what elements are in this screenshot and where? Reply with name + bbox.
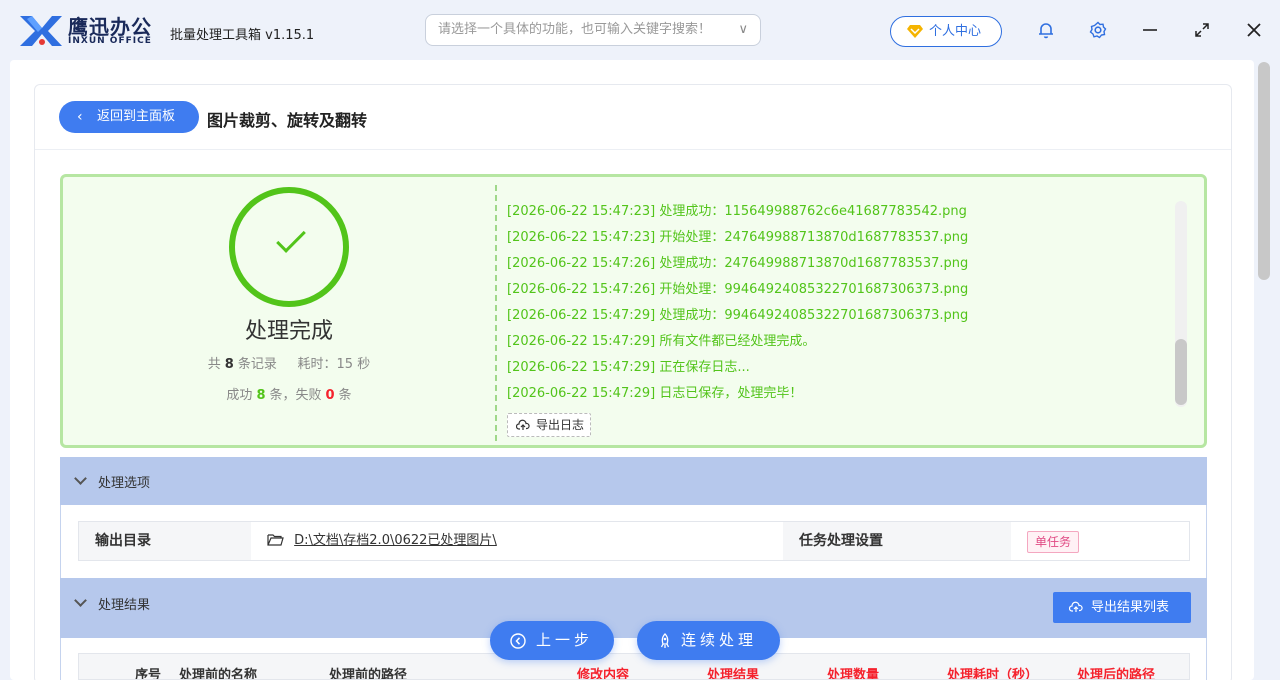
column-header[interactable]: 序号 <box>135 664 161 679</box>
column-header[interactable]: 修改内容 <box>577 664 629 679</box>
status-title: 处理完成 <box>244 319 333 344</box>
cloud-upload-icon <box>1069 601 1083 612</box>
results-title: 处理结果 <box>98 598 151 613</box>
column-header[interactable]: 处理前的名称 <box>179 664 257 679</box>
log-line: [2026-06-22 15:47:23] 处理成功：115649988762c… <box>507 204 967 219</box>
divider <box>495 185 497 441</box>
options-title: 处理选项 <box>98 476 151 491</box>
log-line: [2026-06-22 15:47:23] 开始处理：2476499887138… <box>507 230 969 245</box>
user-center-label: 个人中心 <box>929 24 982 39</box>
arrow-left-circle-icon <box>510 633 526 649</box>
divider <box>35 149 1231 150</box>
export-results-button[interactable]: 导出结果列表 <box>1053 592 1191 623</box>
log-line: [2026-06-22 15:47:29] 日志已保存，处理完毕！ <box>507 386 803 401</box>
page-title: 图片裁剪、旋转及翻转 <box>207 111 368 130</box>
title-bar: 鹰迅办公 INXUN OFFICE 批量处理工具箱 v1.15.1 请选择一个具… <box>0 0 1280 60</box>
export-results-label: 导出结果列表 <box>1091 600 1170 615</box>
export-log-label: 导出日志 <box>536 418 585 432</box>
results-table: 序号 处理前的名称 处理前的路径 修改内容 处理结果 处理数量 处理耗时（秒） … <box>60 638 1207 680</box>
options-panel: 输出目录 D:\文档\存档2.0\0622已处理图片\ 任务处理设置 单任务 <box>60 505 1207 578</box>
close-icon[interactable] <box>1244 20 1264 40</box>
task-mode-tag: 单任务 <box>1027 531 1080 553</box>
maximize-icon[interactable] <box>1192 20 1212 40</box>
log-scroll-thumb[interactable] <box>1175 339 1187 405</box>
user-center-button[interactable]: 个人中心 <box>890 16 1002 47</box>
brand-subtitle: INXUN OFFICE <box>68 36 152 46</box>
back-to-main-button[interactable]: ‹ 返回到主面板 <box>59 101 199 133</box>
previous-step-label: 上一步 <box>536 631 594 649</box>
cloud-upload-icon <box>516 419 530 430</box>
inxun-logo-icon <box>20 16 62 46</box>
folder-icon <box>267 533 284 546</box>
column-header[interactable]: 处理数量 <box>827 664 879 679</box>
rocket-icon <box>660 633 670 648</box>
options-row: 输出目录 D:\文档\存档2.0\0622已处理图片\ 任务处理设置 单任务 <box>78 521 1190 561</box>
previous-step-button[interactable]: 上一步 <box>490 621 614 660</box>
record-stats: 共 8 条记录 耗时：15 秒 <box>207 357 371 372</box>
continue-processing-label: 连续处理 <box>681 631 758 649</box>
table-header: 序号 处理前的名称 处理前的路径 修改内容 处理结果 处理数量 处理耗时（秒） … <box>78 653 1190 680</box>
chevron-down-icon[interactable]: ∨ <box>738 15 748 45</box>
diamond-vip-icon <box>907 25 923 38</box>
log-line: [2026-06-22 15:47:26] 处理成功：2476499887138… <box>507 256 969 271</box>
log-line: [2026-06-22 15:47:29] 处理成功：9946492408532… <box>507 308 969 323</box>
page-scrollbar[interactable] <box>1258 62 1270 280</box>
column-header[interactable]: 处理结果 <box>707 664 759 679</box>
app-title: 批量处理工具箱 v1.15.1 <box>170 28 315 43</box>
column-header[interactable]: 处理后的路径 <box>1077 664 1155 679</box>
minimize-icon[interactable] <box>1140 20 1160 40</box>
gear-icon[interactable] <box>1088 20 1108 40</box>
column-header[interactable]: 处理耗时（秒） <box>947 664 1038 679</box>
column-header[interactable]: 处理前的路径 <box>329 664 407 679</box>
result-panel: 处理完成 共 8 条记录 耗时：15 秒 成功 8 条，失败 0 条 [2026-06-22… <box>60 174 1207 448</box>
log-line: [2026-06-22 15:47:29] 正在保存日志... <box>507 360 750 375</box>
search-placeholder: 请选择一个具体的功能，也可输入关键字搜索！ <box>438 22 712 37</box>
success-fail-stats: 成功 8 条，失败 0 条 <box>226 388 352 403</box>
output-path-cell: D:\文档\存档2.0\0622已处理图片\ <box>251 522 783 560</box>
output-path-link[interactable]: D:\文档\存档2.0\0622已处理图片\ <box>294 533 497 548</box>
log-line: [2026-06-22 15:47:29] 所有文件都已经处理完成。 <box>507 334 816 349</box>
results-section-header[interactable]: 处理结果 导出结果列表 <box>60 578 1207 638</box>
log-list: [2026-06-22 15:47:23] 处理成功：115649988762c… <box>507 199 1167 407</box>
chevron-down-icon <box>74 594 87 607</box>
bell-icon[interactable] <box>1036 20 1056 40</box>
output-dir-label: 输出目录 <box>79 522 251 560</box>
chevron-down-icon <box>74 472 87 485</box>
log-scrollbar[interactable] <box>1175 201 1187 407</box>
task-setting-label: 任务处理设置 <box>783 522 1011 560</box>
back-label: 返回到主面板 <box>97 109 176 124</box>
search-input[interactable]: 请选择一个具体的功能，也可输入关键字搜索！ ∨ <box>425 14 761 46</box>
chevron-left-icon: ‹ <box>77 109 83 125</box>
export-log-button[interactable]: 导出日志 <box>507 413 591 437</box>
continue-processing-button[interactable]: 连续处理 <box>637 621 780 660</box>
success-check-icon <box>229 187 349 307</box>
options-section-header[interactable]: 处理选项 <box>60 457 1207 505</box>
log-line: [2026-06-22 15:47:26] 开始处理：9946492408532… <box>507 282 969 297</box>
